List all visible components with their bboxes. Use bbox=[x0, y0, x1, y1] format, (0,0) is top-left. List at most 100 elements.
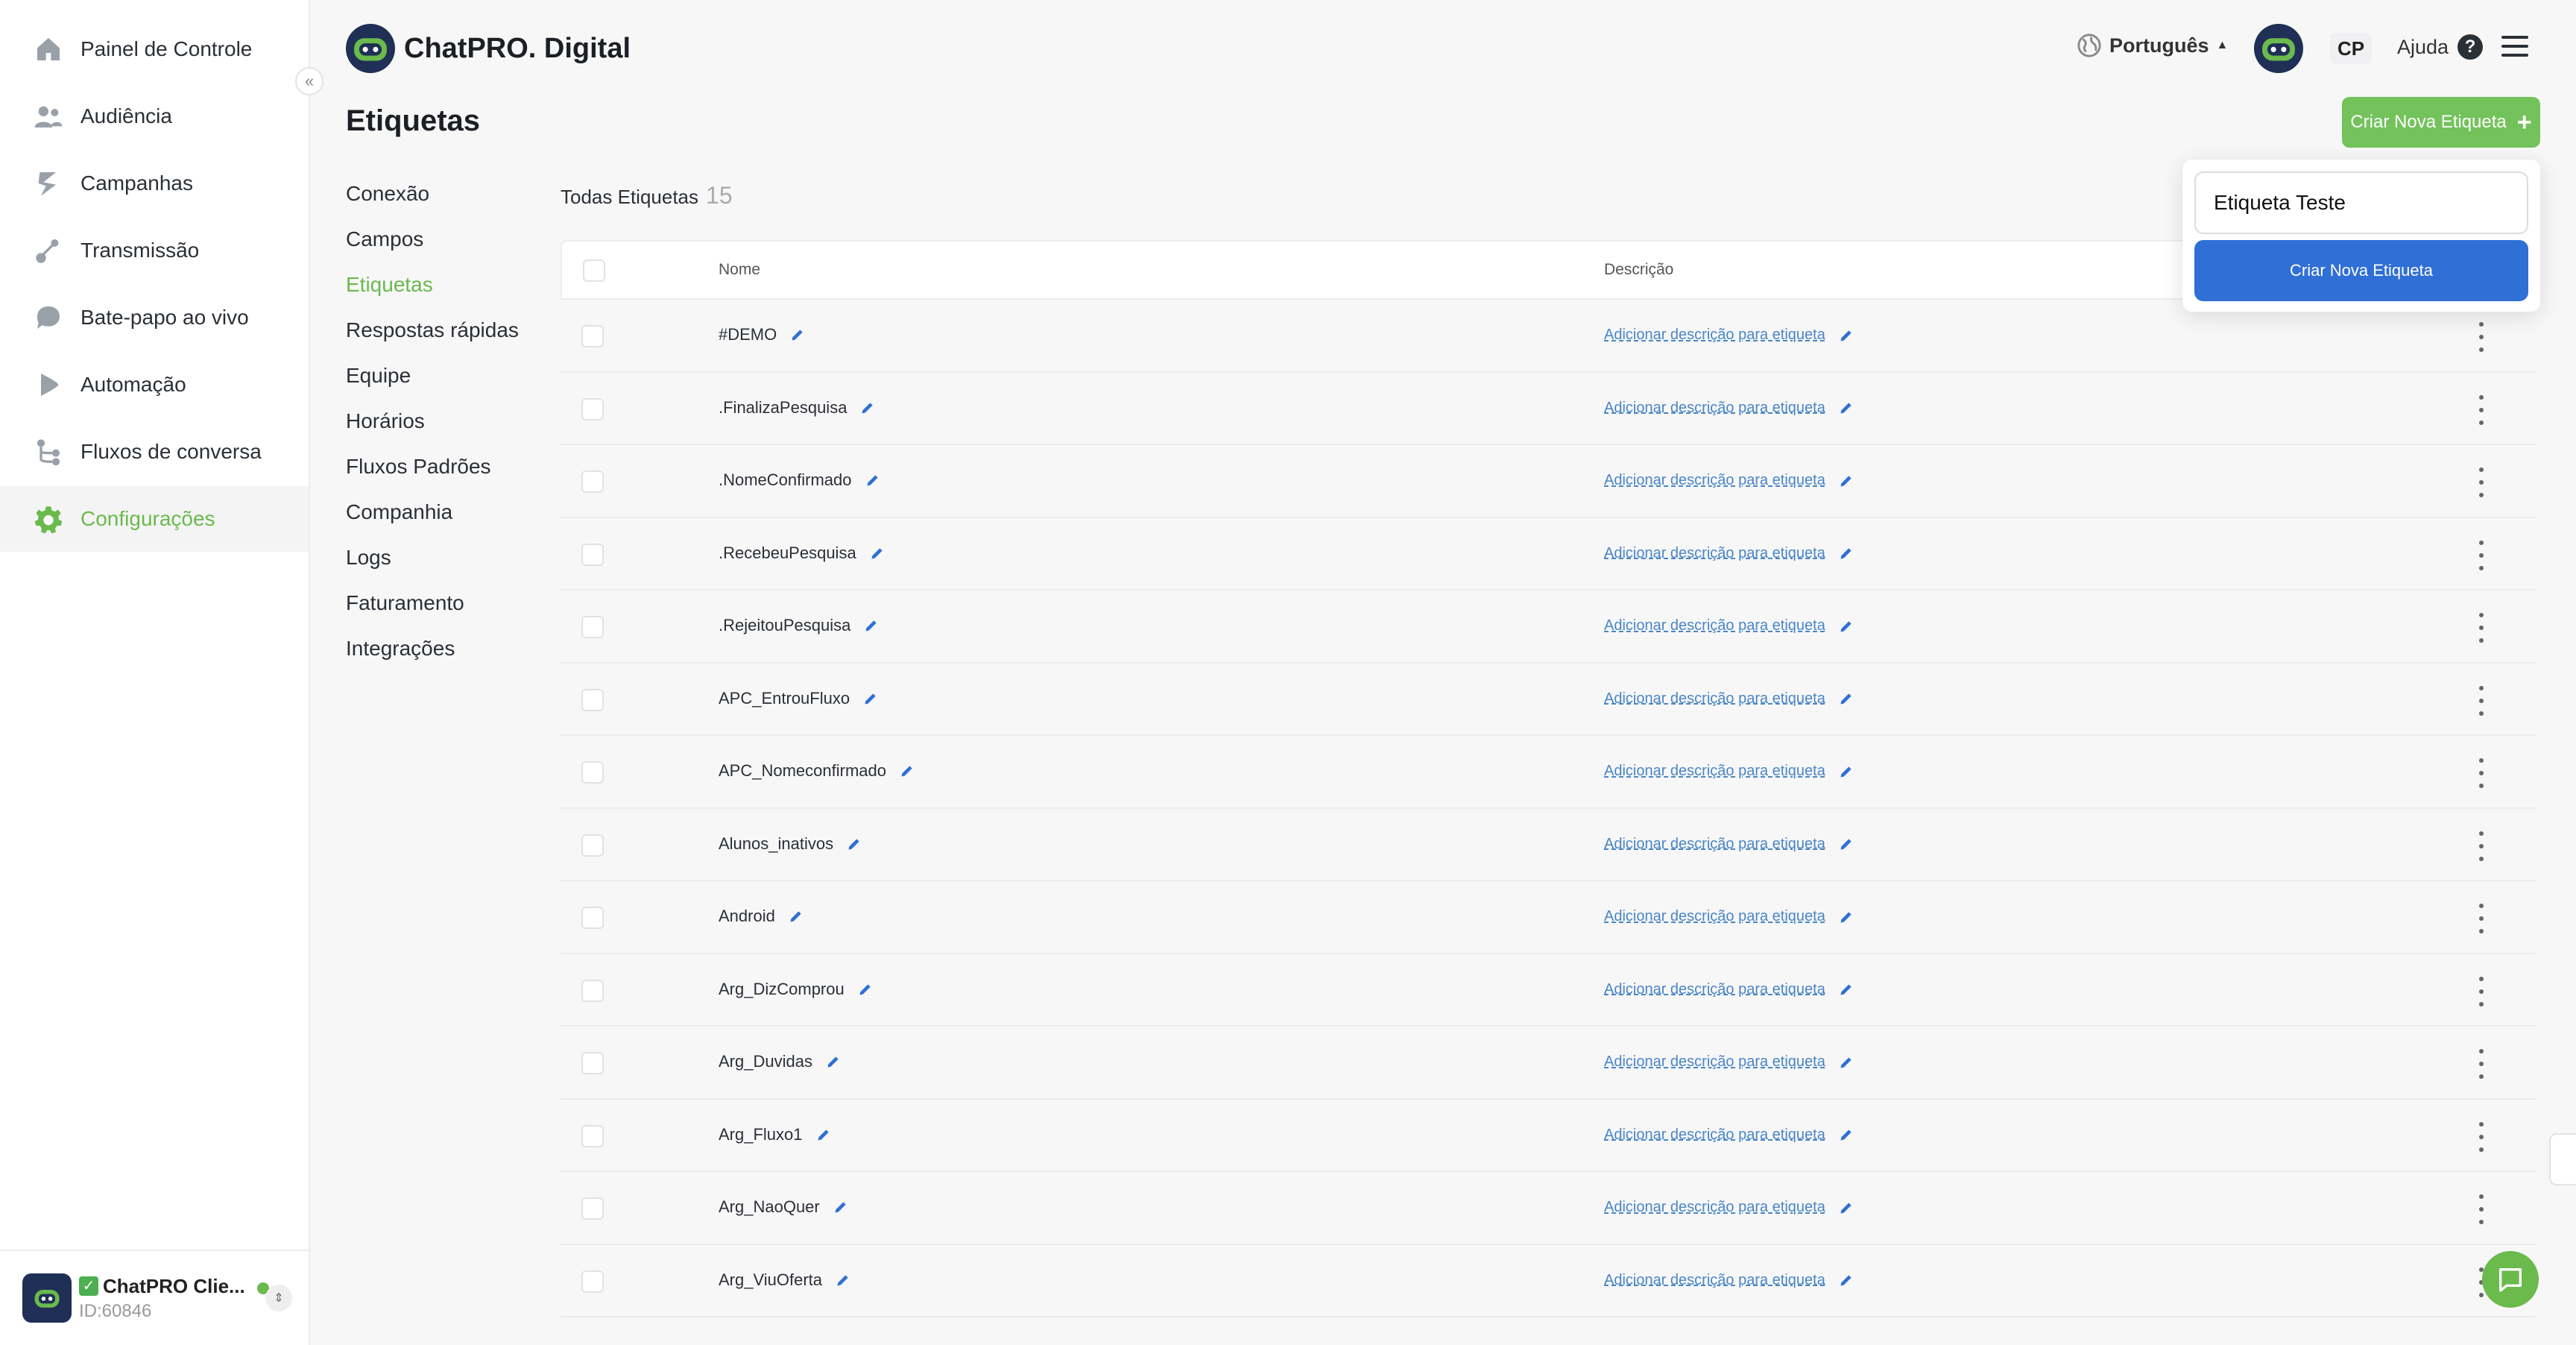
settings-item-respostas-rapidas[interactable]: Respostas rápidas bbox=[346, 318, 519, 342]
support-chat-button[interactable] bbox=[2482, 1251, 2539, 1308]
pencil-icon[interactable] bbox=[863, 691, 878, 706]
row-actions-icon[interactable] bbox=[2476, 613, 2487, 643]
sidebar-item-fluxos[interactable]: Fluxos de conversa bbox=[0, 419, 309, 485]
row-actions-icon[interactable] bbox=[2476, 467, 2487, 497]
brand[interactable]: ChatPRO. Digital bbox=[346, 24, 631, 73]
row-checkbox[interactable] bbox=[581, 397, 604, 420]
row-actions-icon[interactable] bbox=[2476, 1049, 2487, 1079]
row-checkbox[interactable] bbox=[581, 979, 604, 1002]
add-description-link[interactable]: Adicionar descrição para etiqueta bbox=[1604, 1053, 1854, 1071]
add-description-link[interactable]: Adicionar descrição para etiqueta bbox=[1604, 327, 1854, 344]
account-switcher[interactable]: ✓ ChatPRO Clie... ID:60846 ⇕ bbox=[0, 1250, 309, 1345]
pencil-icon[interactable] bbox=[1839, 619, 1854, 634]
row-actions-icon[interactable] bbox=[2476, 1194, 2487, 1224]
settings-item-conexao[interactable]: Conexão bbox=[346, 182, 429, 206]
create-tag-button[interactable]: Criar Nova Etiqueta + bbox=[2342, 97, 2540, 148]
add-description-link[interactable]: Adicionar descrição para etiqueta bbox=[1604, 690, 1854, 708]
pencil-icon[interactable] bbox=[1839, 1055, 1854, 1070]
row-actions-icon[interactable] bbox=[2476, 540, 2487, 570]
row-actions-icon[interactable] bbox=[2476, 758, 2487, 788]
add-description-link[interactable]: Adicionar descrição para etiqueta bbox=[1604, 1199, 1854, 1216]
language-selector[interactable]: Português ▲ bbox=[2077, 33, 2228, 58]
pencil-icon[interactable] bbox=[1839, 764, 1854, 779]
pencil-icon[interactable] bbox=[1839, 910, 1854, 925]
pencil-icon[interactable] bbox=[1839, 1200, 1854, 1215]
side-panel-toggle[interactable] bbox=[2549, 1133, 2576, 1185]
add-description-link[interactable]: Adicionar descrição para etiqueta bbox=[1604, 763, 1854, 780]
row-checkbox[interactable] bbox=[581, 616, 604, 638]
settings-item-horarios[interactable]: Horários bbox=[346, 409, 425, 433]
sidebar-item-automacao[interactable]: Automação bbox=[0, 352, 309, 418]
pencil-icon[interactable] bbox=[900, 763, 915, 778]
add-description-link[interactable]: Adicionar descrição para etiqueta bbox=[1604, 1272, 1854, 1289]
pencil-icon[interactable] bbox=[1839, 837, 1854, 851]
pencil-icon[interactable] bbox=[790, 327, 805, 342]
add-description-link[interactable]: Adicionar descrição para etiqueta bbox=[1604, 1127, 1854, 1144]
row-checkbox[interactable] bbox=[581, 1270, 604, 1293]
sidebar-item-audiencia[interactable]: Audiência bbox=[0, 84, 309, 149]
row-checkbox[interactable] bbox=[581, 834, 604, 857]
pencil-icon[interactable] bbox=[1839, 691, 1854, 706]
row-checkbox[interactable] bbox=[581, 1052, 604, 1074]
pencil-icon[interactable] bbox=[1839, 328, 1854, 343]
pencil-icon[interactable] bbox=[789, 909, 804, 924]
pencil-icon[interactable] bbox=[860, 400, 875, 415]
pencil-icon[interactable] bbox=[836, 1273, 850, 1288]
row-checkbox[interactable] bbox=[581, 470, 604, 493]
row-actions-icon[interactable] bbox=[2476, 1121, 2487, 1152]
sidebar-item-campanhas[interactable]: Campanhas bbox=[0, 151, 309, 216]
sidebar-item-configuracoes[interactable]: Configurações bbox=[0, 486, 309, 552]
row-checkbox[interactable] bbox=[581, 688, 604, 711]
row-checkbox[interactable] bbox=[581, 761, 604, 784]
pencil-icon[interactable] bbox=[847, 837, 862, 851]
pencil-icon[interactable] bbox=[865, 473, 880, 488]
row-actions-icon[interactable] bbox=[2476, 976, 2487, 1007]
settings-item-etiquetas[interactable]: Etiquetas bbox=[346, 273, 433, 297]
row-actions-icon[interactable] bbox=[2476, 322, 2487, 352]
settings-item-campos[interactable]: Campos bbox=[346, 227, 423, 251]
settings-item-integracoes[interactable]: Integrações bbox=[346, 637, 455, 661]
help-button[interactable]: Ajuda ? bbox=[2397, 34, 2484, 60]
pencil-icon[interactable] bbox=[1839, 982, 1854, 997]
settings-item-faturamento[interactable]: Faturamento bbox=[346, 591, 464, 615]
user-initials[interactable]: CP bbox=[2330, 33, 2372, 64]
pencil-icon[interactable] bbox=[870, 546, 885, 561]
pencil-icon[interactable] bbox=[1839, 546, 1854, 561]
collapse-sidebar-button[interactable]: « bbox=[295, 67, 323, 95]
tag-name-input[interactable] bbox=[2194, 171, 2528, 234]
pencil-icon[interactable] bbox=[864, 618, 879, 633]
add-description-link[interactable]: Adicionar descrição para etiqueta bbox=[1604, 981, 1854, 998]
pencil-icon[interactable] bbox=[1839, 1273, 1854, 1288]
submit-create-tag-button[interactable]: Criar Nova Etiqueta bbox=[2194, 240, 2528, 301]
row-actions-icon[interactable] bbox=[2476, 394, 2487, 425]
pencil-icon[interactable] bbox=[816, 1127, 831, 1142]
row-checkbox[interactable] bbox=[581, 325, 604, 347]
add-description-link[interactable]: Adicionar descrição para etiqueta bbox=[1604, 545, 1854, 562]
row-checkbox[interactable] bbox=[581, 543, 604, 566]
hamburger-menu-button[interactable] bbox=[2501, 33, 2528, 60]
row-checkbox[interactable] bbox=[581, 907, 604, 929]
settings-item-fluxos-padroes[interactable]: Fluxos Padrões bbox=[346, 455, 491, 479]
sidebar-item-transmissao[interactable]: Transmissão bbox=[0, 218, 309, 283]
settings-item-companhia[interactable]: Companhia bbox=[346, 500, 452, 524]
sidebar-item-bate-papo[interactable]: Bate-papo ao vivo bbox=[0, 285, 309, 350]
pencil-icon[interactable] bbox=[826, 1054, 841, 1069]
row-actions-icon[interactable] bbox=[2476, 831, 2487, 861]
add-description-link[interactable]: Adicionar descrição para etiqueta bbox=[1604, 617, 1854, 634]
row-actions-icon[interactable] bbox=[2476, 904, 2487, 933]
sidebar-item-painel[interactable]: Painel de Controle bbox=[0, 16, 309, 82]
add-description-link[interactable]: Adicionar descrição para etiqueta bbox=[1604, 472, 1854, 489]
add-description-link[interactable]: Adicionar descrição para etiqueta bbox=[1604, 836, 1854, 853]
settings-item-logs[interactable]: Logs bbox=[346, 546, 391, 570]
user-avatar[interactable] bbox=[2254, 24, 2303, 73]
pencil-icon[interactable] bbox=[1839, 1127, 1854, 1142]
pencil-icon[interactable] bbox=[1839, 473, 1854, 488]
pencil-icon[interactable] bbox=[858, 982, 873, 997]
chevron-up-down-icon[interactable]: ⇕ bbox=[265, 1285, 292, 1311]
settings-item-equipe[interactable]: Equipe bbox=[346, 364, 411, 388]
row-checkbox[interactable] bbox=[581, 1124, 604, 1147]
add-description-link[interactable]: Adicionar descrição para etiqueta bbox=[1604, 400, 1854, 417]
select-all-checkbox[interactable] bbox=[583, 259, 605, 282]
pencil-icon[interactable] bbox=[833, 1200, 848, 1215]
add-description-link[interactable]: Adicionar descrição para etiqueta bbox=[1604, 908, 1854, 925]
